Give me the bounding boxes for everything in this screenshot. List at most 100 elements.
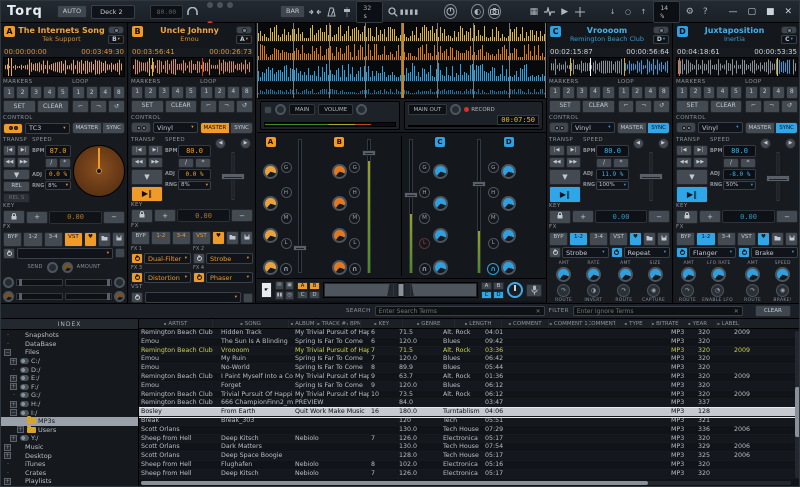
deck-b-key-value[interactable]: 0.00 (177, 209, 230, 222)
key-lock-button[interactable] (676, 210, 698, 224)
crossfader[interactable] (323, 282, 478, 298)
waveform-zoom-bars-icon[interactable]: ▮▮▮▮ (403, 5, 417, 19)
channel-a-cue-icon[interactable]: ∩ (280, 263, 292, 275)
fx3-select[interactable]: Distortion▾ (144, 272, 191, 283)
deck-a-bpm-value[interactable]: 87.0 (45, 145, 71, 157)
close-button[interactable]: ✕ (781, 7, 795, 17)
marker-button[interactable]: 1 (676, 86, 688, 99)
magnifier-icon[interactable] (387, 5, 398, 19)
fx-12-button[interactable]: 1-2 (23, 232, 42, 247)
fx-bypass-button[interactable]: BYP (131, 231, 150, 246)
fx-34-button[interactable]: 3-4 (44, 232, 63, 247)
fx-bypass-button[interactable]: BYP (3, 232, 22, 247)
high-kill-button[interactable]: H (349, 187, 360, 198)
fx-save-icon[interactable] (112, 232, 125, 247)
marker-button[interactable]: 2 (16, 86, 28, 99)
table-row[interactable]: Scott Orlans 130.0 Tech House07:29 MP3 3… (139, 426, 800, 435)
tree-expander[interactable]: + (4, 478, 11, 485)
main-volume-knob[interactable] (356, 104, 367, 115)
deck-b-pitch-slider[interactable] (213, 150, 253, 202)
loop-length-button[interactable]: 1 (745, 86, 757, 99)
low-kill-button[interactable]: L (281, 238, 292, 249)
xfade-left-d-button[interactable]: D (309, 291, 320, 299)
channel-b-low-knob[interactable] (332, 260, 347, 275)
filter-clear-x-icon[interactable]: ✕ (731, 308, 742, 315)
column-header[interactable]: LABEL (717, 319, 740, 328)
key-up-button[interactable]: + (699, 210, 721, 223)
fx-slot1-select[interactable]: Strobe▾ (562, 247, 609, 258)
zoom-slider-icon[interactable] (341, 5, 352, 19)
loop-length-button[interactable]: 2 (759, 86, 771, 99)
fx-favorite-heart-icon[interactable]: ♥ (629, 232, 642, 247)
tree-item[interactable]: - D:/ (1, 365, 138, 374)
record-button[interactable]: RECORD (464, 107, 495, 113)
marker-set-button[interactable]: SET (3, 100, 36, 113)
tree-item[interactable]: - iTunes (1, 460, 138, 469)
marker-button[interactable]: 2 (562, 86, 574, 99)
rel-button[interactable]: REL (3, 181, 30, 192)
scrolling-waveforms[interactable] (257, 23, 546, 99)
search-clear-x-icon[interactable]: ✕ (533, 308, 544, 315)
column-header[interactable]: COMMENT (502, 319, 549, 328)
marker-button[interactable]: 1 (131, 86, 143, 99)
tree-expander[interactable]: + (4, 452, 11, 459)
channel-c-low-knob[interactable] (433, 260, 448, 275)
nudge-left-button[interactable]: ◀ (760, 138, 771, 149)
column-header[interactable]: YEAR (679, 319, 717, 328)
channel-a-mid-knob[interactable] (263, 228, 278, 243)
tree-item[interactable]: - G:/ (1, 391, 138, 400)
deck-c-pitch-slider[interactable] (631, 150, 670, 203)
marker-button[interactable]: 4 (716, 86, 728, 99)
deck-a-range-select[interactable]: 8%▾ (45, 181, 71, 190)
vst-param-slider[interactable] (16, 279, 63, 286)
fx-invert-button[interactable]: ◑ (587, 284, 600, 297)
marker-clear-button[interactable]: CLEAR (710, 100, 743, 113)
main-out-knob[interactable] (450, 104, 461, 115)
channel-b-gain-knob[interactable] (332, 164, 347, 179)
xfade-clock-icon[interactable]: ◷ (285, 291, 294, 300)
tree-expander[interactable]: + (10, 375, 17, 382)
fx-folder-icon[interactable] (226, 231, 239, 246)
metronome-icon[interactable] (325, 5, 336, 19)
send-knob[interactable] (47, 262, 58, 273)
vst-param-slider[interactable] (65, 293, 112, 300)
tree-expander[interactable]: + (4, 444, 11, 451)
tree-item[interactable]: + Y:/ (1, 434, 138, 443)
channel-a-low-knob[interactable] (263, 260, 278, 275)
tree-expander[interactable]: - (4, 341, 12, 347)
cue-return-button[interactable]: ▼ (131, 169, 163, 185)
column-header[interactable]: LENGTH (455, 319, 502, 328)
fx-rate-knob[interactable] (586, 267, 601, 282)
marker-button[interactable]: 3 (576, 86, 588, 99)
tree-item[interactable]: - Snapshots (1, 331, 138, 340)
column-header[interactable]: KEY (361, 319, 403, 328)
loop-length-button[interactable]: 8 (241, 86, 253, 99)
tree-expander[interactable]: + (10, 383, 17, 390)
loop-length-button[interactable]: 1 (618, 86, 630, 99)
vinyl-mode-icon[interactable] (444, 4, 457, 19)
deck-a-control-source-icon[interactable] (3, 123, 23, 134)
deck-d-control-mode-select[interactable]: Vinyl▾ (698, 122, 743, 133)
punch-hand-icon[interactable]: ☛ (261, 282, 272, 298)
xfade-left-c-button[interactable]: C (297, 291, 308, 299)
master-tempo-display[interactable]: 80.00 (150, 5, 184, 19)
fx-34-button[interactable]: 3-4 (172, 231, 191, 246)
fx-34-button[interactable]: 3-4 (717, 232, 736, 247)
bpm-double-button[interactable]: * (195, 158, 211, 168)
fx-slot1-power-button[interactable] (549, 247, 561, 258)
deck-b-cassette-icon[interactable] (236, 26, 252, 34)
tree-item[interactable]: + Playlists (1, 477, 138, 486)
fx-amount-knob[interactable] (556, 267, 571, 282)
fx4-select[interactable]: Phaser▾ (206, 272, 253, 283)
snap-arrows-icon[interactable] (309, 5, 321, 19)
xfade-left-a-button[interactable]: A (297, 282, 308, 290)
marker-button[interactable]: 4 (43, 86, 55, 99)
low-kill-button[interactable]: L (419, 238, 430, 249)
fx-vst-button[interactable]: VST (609, 232, 628, 247)
fx-bypass-button[interactable]: BYP (676, 232, 695, 247)
deck-d-adj-value[interactable]: -8.0 % (723, 169, 756, 180)
table-row[interactable]: Remington Beach ClubHidden TrackMy Trivi… (139, 329, 800, 338)
channel-a-gain-knob[interactable] (263, 164, 278, 179)
loop-length-button[interactable]: 8 (786, 86, 798, 99)
loop-in-button[interactable]: ⌐ (200, 100, 217, 113)
